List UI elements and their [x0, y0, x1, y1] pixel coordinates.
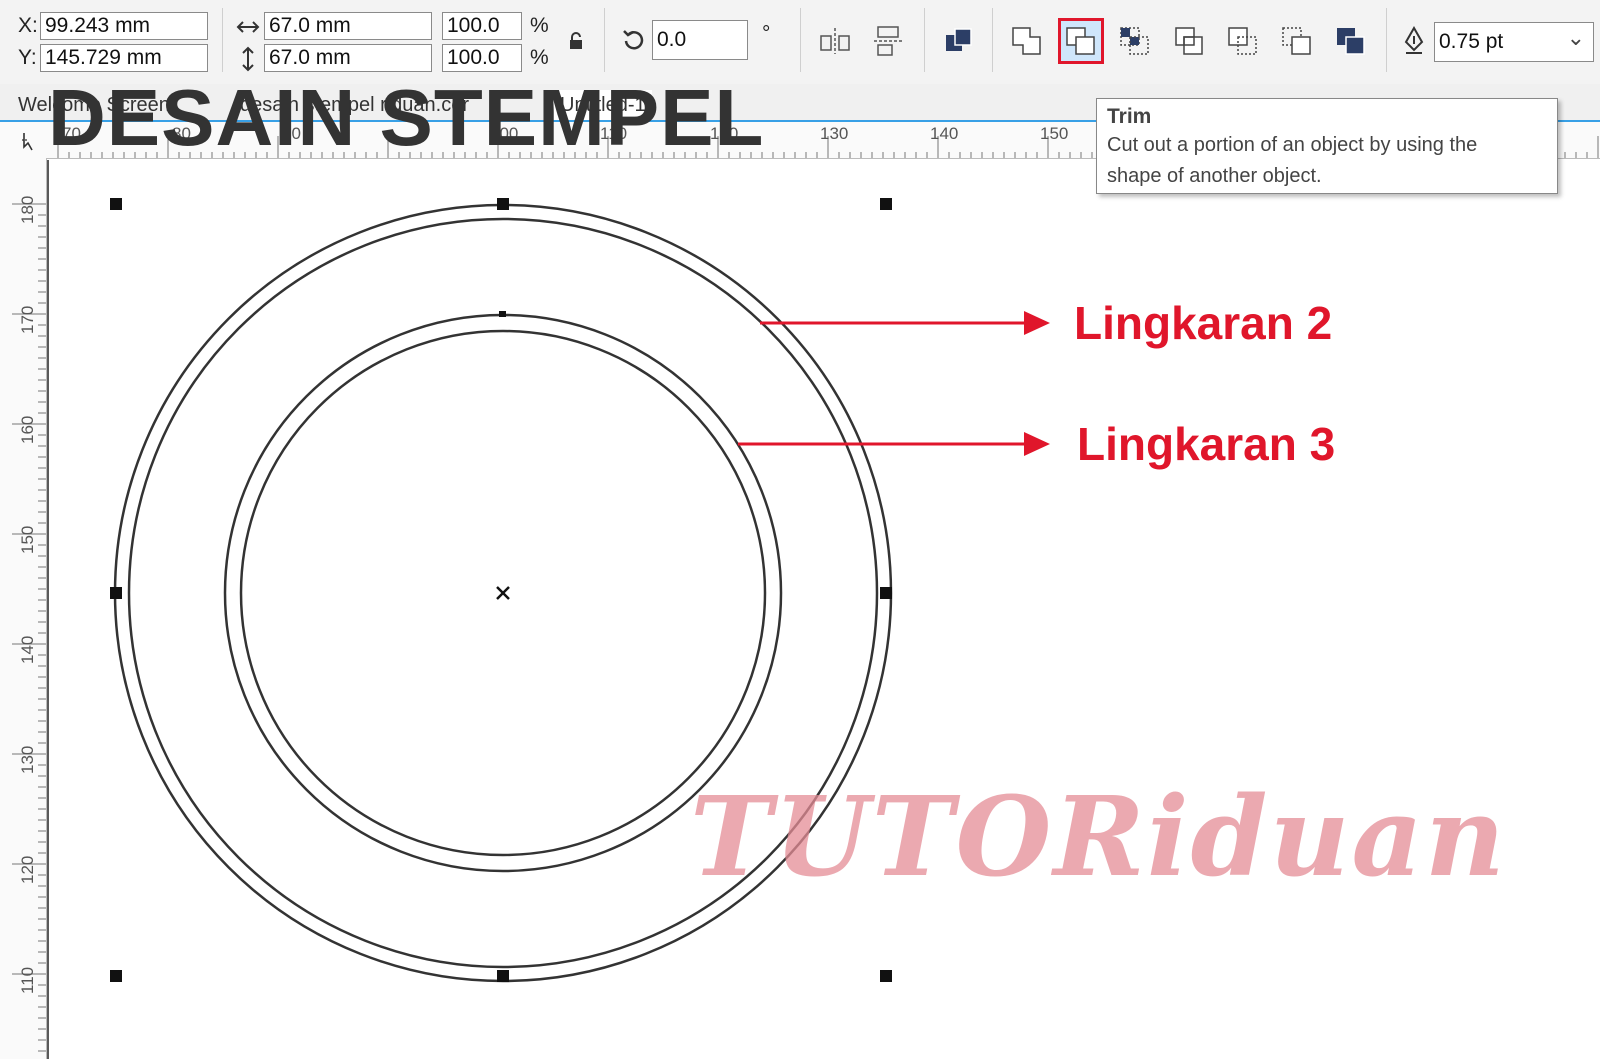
- arrow-lingkaran-2: [760, 311, 1050, 335]
- selection-handle[interactable]: [110, 198, 122, 210]
- tooltip-description-line: Cut out a portion of an object by using …: [1107, 134, 1478, 156]
- arrow-lingkaran-3: [738, 432, 1050, 456]
- selection-handle[interactable]: [497, 198, 509, 210]
- tutorial-title: DESAIN STEMPEL: [48, 73, 765, 162]
- watermark-text: TUTORiduan: [690, 772, 1507, 901]
- trim-tooltip: Trim Cut out a portion of an object by u…: [1096, 98, 1558, 194]
- selection-handle[interactable]: [880, 198, 892, 210]
- center-marker: [496, 586, 510, 600]
- selection-handle[interactable]: [880, 587, 892, 599]
- annotation-label: Lingkaran 3: [1077, 418, 1336, 470]
- node-marker: [499, 311, 506, 317]
- annotation-label: Lingkaran 2: [1074, 297, 1333, 349]
- tooltip-title: Trim: [1107, 105, 1152, 128]
- tooltip-description-line: shape of another object.: [1107, 165, 1322, 187]
- selection-handle[interactable]: [497, 970, 509, 982]
- selection-handle[interactable]: [110, 970, 122, 982]
- selection-handle[interactable]: [110, 587, 122, 599]
- selection-handle[interactable]: [880, 970, 892, 982]
